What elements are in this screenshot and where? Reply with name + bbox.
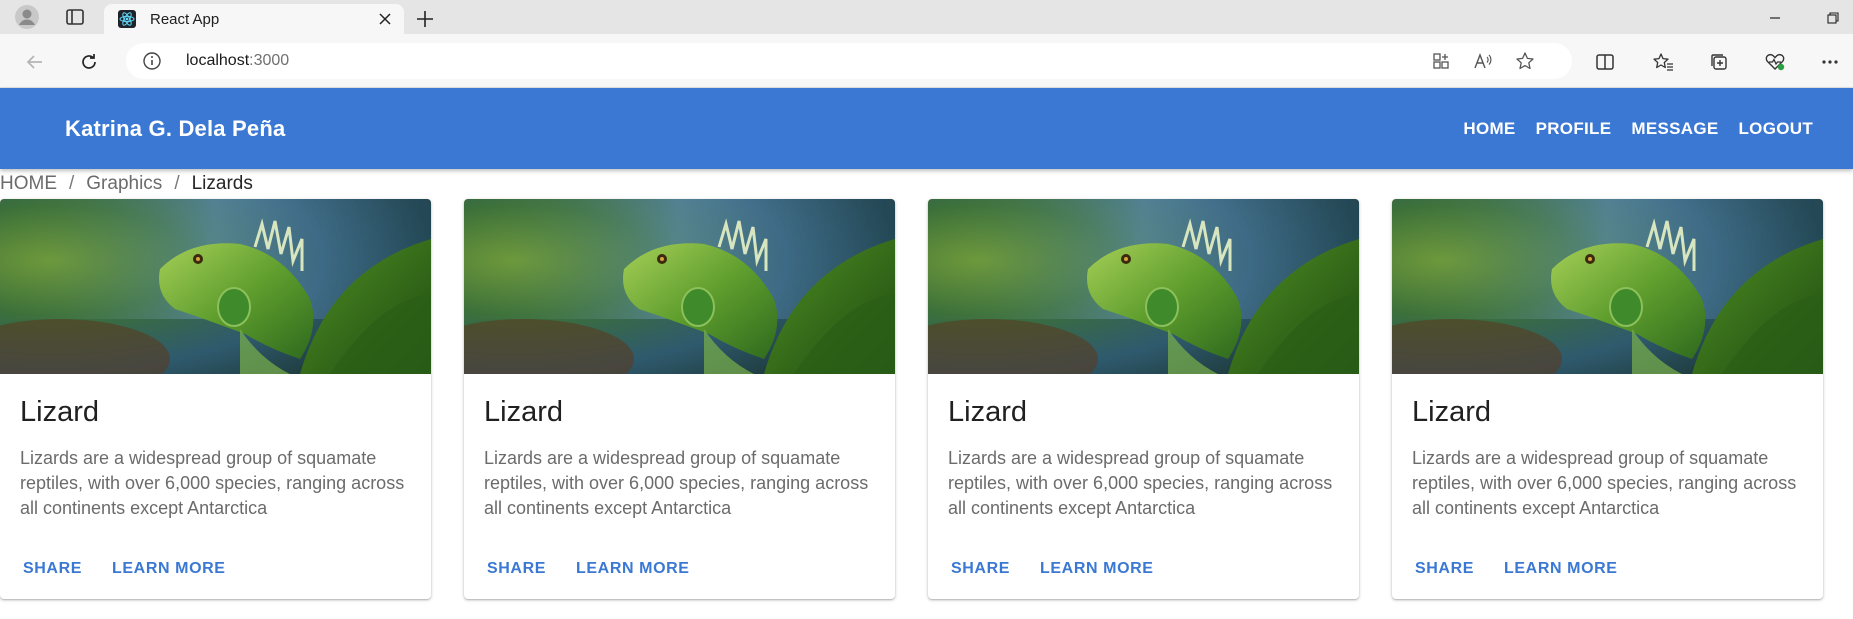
share-button[interactable]: SHARE (951, 560, 1010, 578)
favorites-icon[interactable] (1648, 47, 1678, 77)
nav-home[interactable]: HOME (1463, 119, 1515, 139)
minimize-window-icon[interactable] (1760, 6, 1790, 30)
learn-more-button[interactable]: LEARN MORE (576, 560, 690, 578)
breadcrumb-separator: / (69, 173, 75, 194)
card-actions: SHARE LEARN MORE (951, 560, 1154, 578)
breadcrumb-graphics[interactable]: Graphics (86, 173, 162, 195)
lizard-card: Lizard Lizards are a widespread group of… (1392, 199, 1823, 599)
reload-icon[interactable] (74, 47, 104, 77)
more-options-icon[interactable] (1815, 47, 1845, 77)
lizard-card: Lizard Lizards are a widespread group of… (464, 199, 895, 599)
card-title: Lizard (484, 396, 563, 428)
card-description: Lizards are a widespread group of squama… (948, 448, 1333, 518)
learn-more-button[interactable]: LEARN MORE (112, 560, 226, 578)
iguana-photo (1392, 199, 1823, 374)
back-icon[interactable] (20, 47, 50, 77)
address-bar[interactable]: localhost:3000 (126, 43, 1572, 79)
share-button[interactable]: SHARE (1415, 560, 1474, 578)
iguana-photo (928, 199, 1359, 374)
card-description: Lizards are a widespread group of squama… (484, 448, 869, 518)
card-title: Lizard (948, 396, 1027, 428)
app-bar: Katrina G. Dela Peña HOME PROFILE MESSAG… (0, 88, 1853, 169)
tab-title: React App (150, 11, 220, 28)
tab-actions-icon[interactable] (62, 4, 88, 30)
card-title: Lizard (1412, 396, 1491, 428)
share-button[interactable]: SHARE (23, 560, 82, 578)
nav-logout[interactable]: LOGOUT (1738, 119, 1813, 139)
favorite-star-icon[interactable] (1514, 50, 1536, 72)
card-actions: SHARE LEARN MORE (1415, 560, 1618, 578)
collections-icon[interactable] (1704, 47, 1734, 77)
browser-tab[interactable]: React App (104, 4, 404, 34)
breadcrumb: HOME / Graphics / Lizards (0, 173, 253, 195)
profile-avatar-icon[interactable] (14, 4, 40, 30)
share-button[interactable]: SHARE (487, 560, 546, 578)
learn-more-button[interactable]: LEARN MORE (1040, 560, 1154, 578)
lizard-card: Lizard Lizards are a widespread group of… (0, 199, 431, 599)
browser-tab-strip: React App (0, 0, 1853, 34)
react-logo-icon (118, 10, 136, 28)
card-actions: SHARE LEARN MORE (487, 560, 690, 578)
nav-message[interactable]: MESSAGE (1631, 119, 1718, 139)
new-tab-icon[interactable] (412, 6, 438, 32)
main-nav: HOME PROFILE MESSAGE LOGOUT (1463, 119, 1813, 139)
iguana-photo (0, 199, 431, 374)
close-tab-icon[interactable] (374, 8, 396, 30)
lizard-card: Lizard Lizards are a widespread group of… (928, 199, 1359, 599)
app-available-icon[interactable] (1430, 50, 1452, 72)
nav-profile[interactable]: PROFILE (1536, 119, 1612, 139)
breadcrumb-home[interactable]: HOME (0, 173, 57, 195)
site-info-icon[interactable] (142, 51, 162, 71)
card-description: Lizards are a widespread group of squama… (20, 448, 405, 518)
address-port: :3000 (249, 52, 290, 69)
address-host: localhost (186, 52, 250, 69)
browser-toolbar: localhost:3000 (0, 34, 1853, 88)
card-description: Lizards are a widespread group of squama… (1412, 448, 1797, 518)
address-text: localhost:3000 (186, 52, 289, 70)
split-screen-icon[interactable] (1590, 47, 1620, 77)
iguana-photo (464, 199, 895, 374)
card-title: Lizard (20, 396, 99, 428)
learn-more-button[interactable]: LEARN MORE (1504, 560, 1618, 578)
restore-window-icon[interactable] (1818, 6, 1848, 30)
read-aloud-icon[interactable] (1472, 50, 1494, 72)
breadcrumb-current: Lizards (191, 173, 253, 194)
browser-essentials-icon[interactable] (1760, 47, 1790, 77)
brand-title: Katrina G. Dela Peña (65, 116, 286, 141)
breadcrumb-separator: / (174, 173, 180, 194)
card-actions: SHARE LEARN MORE (23, 560, 226, 578)
